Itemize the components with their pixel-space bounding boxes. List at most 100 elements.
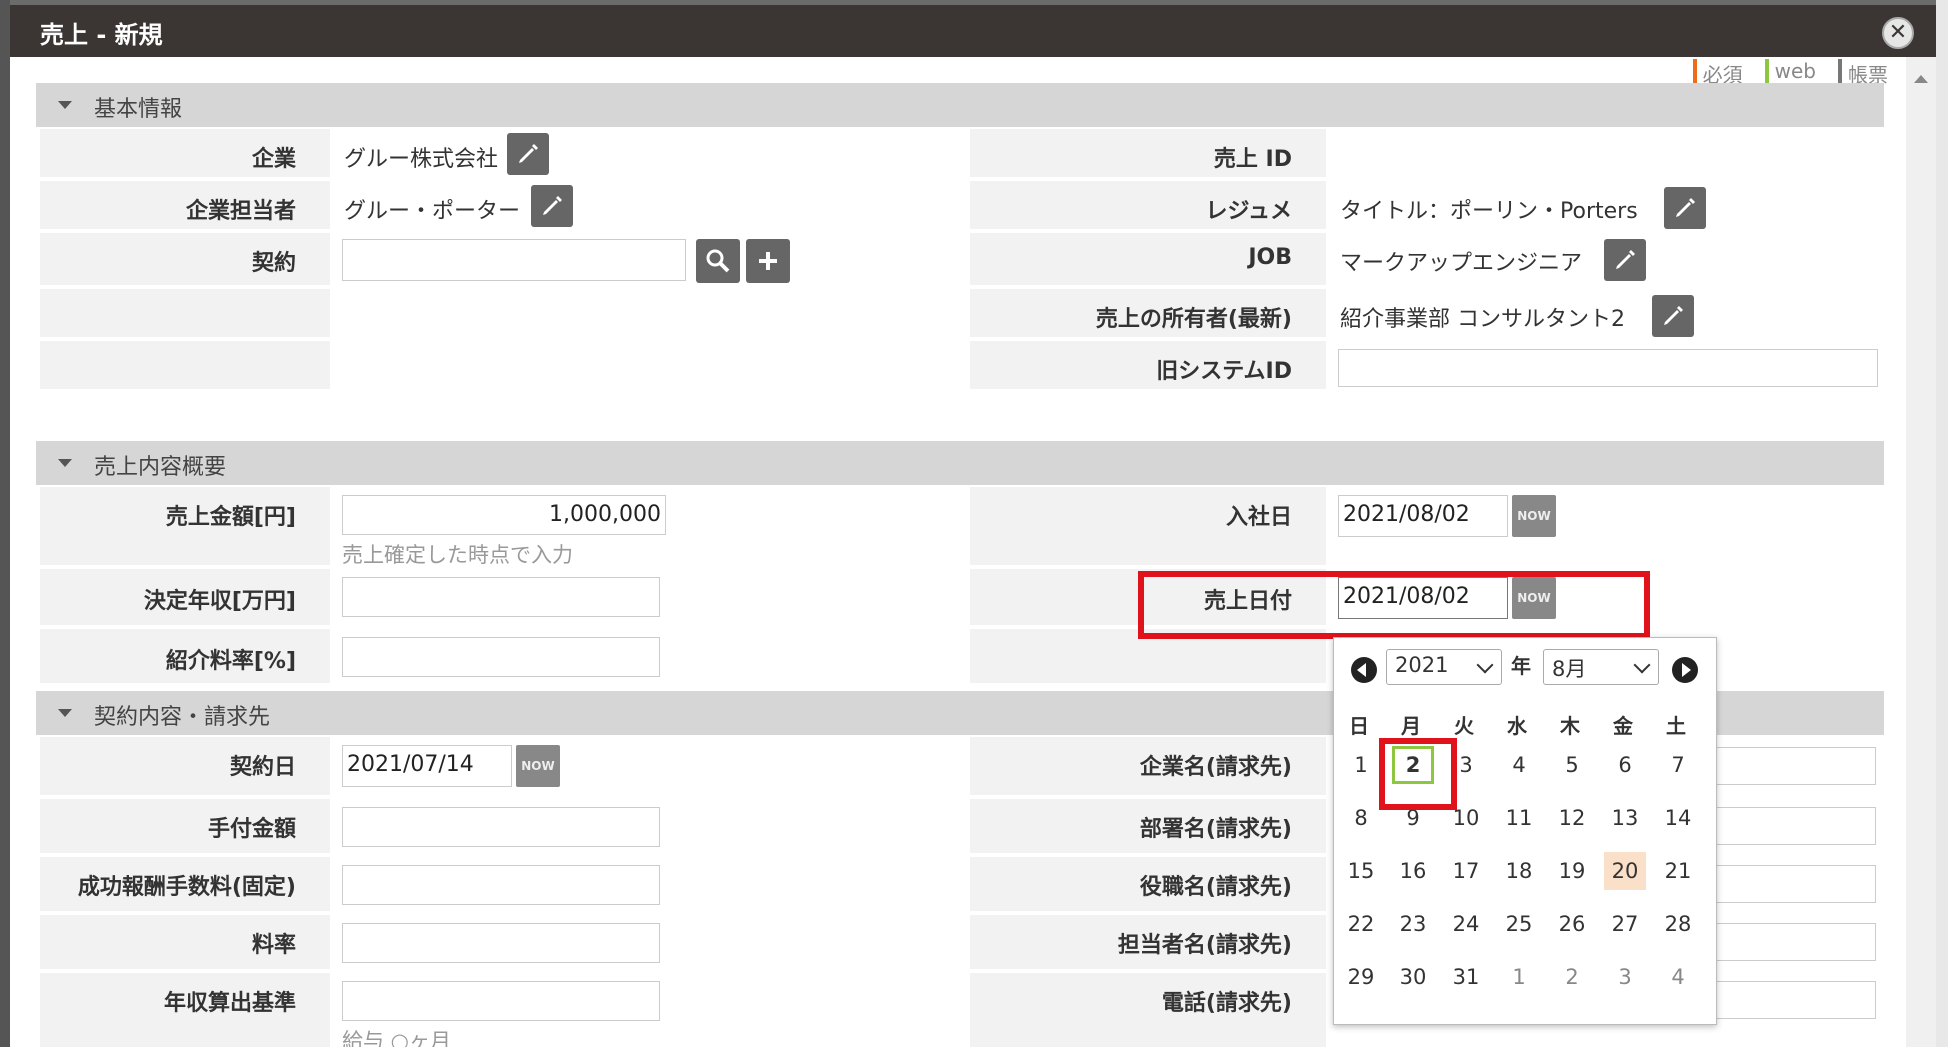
calendar-day[interactable]: 14 (1657, 799, 1699, 837)
calendar-day[interactable]: 21 (1657, 852, 1699, 890)
section-header-summary[interactable]: 売上内容概要 (36, 441, 1884, 485)
prev-month-button[interactable] (1351, 657, 1377, 683)
bill-phone-label: 電話(請求先) (970, 973, 1326, 1047)
amount-input[interactable]: 1,000,000 (342, 495, 666, 535)
bill-title-label: 役職名(請求先) (970, 857, 1326, 911)
empty-cell (334, 289, 868, 337)
row-company: 企業 グルー株式会社 売上 ID (36, 129, 1884, 179)
fee-rate-input[interactable] (342, 637, 660, 677)
weekday-label: 火 (1454, 714, 1474, 738)
weekday-label: 月 (1401, 714, 1421, 738)
calendar-day[interactable]: 1 (1340, 746, 1382, 784)
success-fee-cell (334, 857, 868, 911)
calendar-day[interactable]: 11 (1498, 799, 1540, 837)
close-button[interactable]: ✕ (1882, 17, 1914, 49)
calendar-day[interactable]: 26 (1551, 905, 1593, 943)
year-suffix: 年 (1511, 654, 1531, 678)
calendar-day[interactable]: 29 (1340, 958, 1382, 996)
sales-id-label: 売上 ID (970, 129, 1326, 177)
job-value[interactable]: マークアップエンジニア (1340, 245, 1582, 277)
calendar-day[interactable]: 28 (1657, 905, 1699, 943)
join-date-input[interactable]: 2021/08/02 (1338, 495, 1508, 537)
dialog-titlebar: 売上 - 新規 ✕ (10, 5, 1936, 57)
next-month-button[interactable] (1672, 657, 1698, 683)
calendar-day[interactable]: 30 (1392, 958, 1434, 996)
calendar-day[interactable]: 6 (1604, 746, 1646, 784)
calendar-day[interactable]: 17 (1445, 852, 1487, 890)
amount-hint: 売上確定した時点で入力 (342, 543, 573, 567)
highlight-selected-day (1379, 738, 1457, 810)
calendar-day[interactable]: 1 (1498, 958, 1540, 996)
contact-edit-button[interactable] (531, 185, 573, 227)
rate-input[interactable] (342, 923, 660, 963)
month-select[interactable]: 8月 (1543, 649, 1659, 685)
company-edit-button[interactable] (507, 133, 549, 175)
rate-label: 料率 (40, 915, 330, 969)
resume-value[interactable]: タイトル：ポーリン・Porters (1340, 193, 1638, 225)
contract-date-cell: 2021/07/14 NOW (334, 737, 868, 795)
annual-income-input[interactable] (342, 577, 660, 617)
contract-date-now-button[interactable]: NOW (516, 745, 560, 787)
contact-cell: グルー・ポーター (334, 181, 868, 229)
calendar-day[interactable]: 27 (1604, 905, 1646, 943)
owner-edit-button[interactable] (1652, 295, 1694, 337)
calendar-day[interactable]: 25 (1498, 905, 1540, 943)
calendar-day[interactable]: 23 (1392, 905, 1434, 943)
contract-search-button[interactable] (696, 239, 740, 283)
year-select-value: 2021 (1395, 653, 1449, 677)
contract-add-button[interactable] (746, 239, 790, 283)
sales-id-cell (1330, 129, 1884, 177)
pencil-icon (1676, 198, 1695, 217)
success-fee-label: 成功報酬手数料(固定) (40, 857, 330, 911)
calendar-day[interactable]: 8 (1340, 799, 1382, 837)
chevron-down-icon (1476, 656, 1494, 674)
legacy-id-input[interactable] (1338, 349, 1878, 387)
bill-dept-label: 部署名(請求先) (970, 799, 1326, 853)
bill-person-label: 担当者名(請求先) (970, 915, 1326, 969)
year-select[interactable]: 2021 (1386, 649, 1502, 685)
row-legacy-id: 旧システムID (36, 341, 1884, 391)
row-owner: 売上の所有者(最新) 紹介事業部 コンサルタント2 (36, 289, 1884, 339)
calendar-day[interactable]: 18 (1498, 852, 1540, 890)
amount-cell: 1,000,000 売上確定した時点で入力 (334, 487, 868, 567)
search-icon (706, 249, 730, 273)
contact-value: グルー・ポーター (344, 199, 521, 224)
calendar-day[interactable]: 31 (1445, 958, 1487, 996)
section-header-basic[interactable]: 基本情報 (36, 83, 1884, 127)
calendar-day[interactable]: 3 (1604, 958, 1646, 996)
annual-income-cell (334, 569, 868, 625)
deposit-input[interactable] (342, 807, 660, 847)
calendar-day[interactable]: 15 (1340, 852, 1382, 890)
job-cell: マークアップエンジニア (1330, 233, 1884, 285)
calendar-day[interactable]: 22 (1340, 905, 1382, 943)
scroll-up-icon[interactable] (1914, 75, 1928, 83)
dialog-scrollbar[interactable] (1906, 57, 1936, 1047)
calendar-day[interactable]: 12 (1551, 799, 1593, 837)
calendar-day[interactable]: 20 (1604, 852, 1646, 890)
contract-date-input[interactable]: 2021/07/14 (342, 745, 512, 787)
calendar-day[interactable]: 4 (1498, 746, 1540, 784)
join-date-label: 入社日 (970, 487, 1326, 565)
contract-cell (334, 233, 868, 285)
calendar-day[interactable]: 19 (1551, 852, 1593, 890)
calendar-day[interactable]: 24 (1445, 905, 1487, 943)
join-date-now-button[interactable]: NOW (1512, 495, 1556, 537)
calendar-day[interactable]: 2 (1551, 958, 1593, 996)
success-fee-input[interactable] (342, 865, 660, 905)
job-edit-button[interactable] (1604, 239, 1646, 281)
legacy-id-label: 旧システムID (970, 341, 1326, 389)
resume-edit-button[interactable] (1664, 187, 1706, 229)
calendar-day[interactable]: 4 (1657, 958, 1699, 996)
section-title-summary: 売上内容概要 (94, 455, 227, 480)
income-basis-input[interactable] (342, 981, 660, 1021)
calendar-day[interactable]: 7 (1657, 746, 1699, 784)
calendar-day[interactable]: 16 (1392, 852, 1434, 890)
calendar-day[interactable]: 5 (1551, 746, 1593, 784)
weekday-label: 木 (1560, 714, 1580, 738)
collapse-triangle-icon (58, 459, 72, 467)
highlight-sales-date (1138, 571, 1650, 639)
owner-label: 売上の所有者(最新) (970, 289, 1326, 337)
amount-label: 売上金額[円] (40, 487, 330, 565)
contract-input[interactable] (342, 239, 686, 281)
calendar-day[interactable]: 13 (1604, 799, 1646, 837)
